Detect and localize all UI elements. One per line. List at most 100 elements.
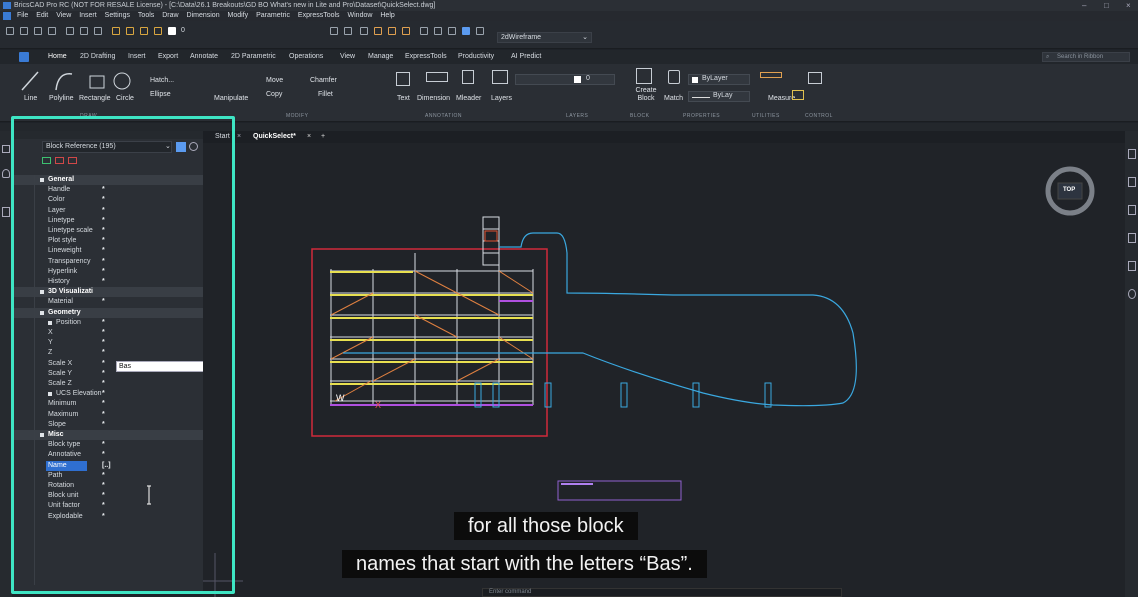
close-icon[interactable]: × [307,131,311,143]
command-line-input[interactable]: Enter command [482,588,842,597]
color-swatch [692,77,698,83]
menu-file[interactable]: File [17,11,28,21]
layer-state-icon[interactable] [112,27,120,35]
move-button[interactable]: Move [266,77,283,84]
menu-modify[interactable]: Modify [228,11,249,21]
layer-dropdown[interactable]: 0 [181,27,185,34]
snap-toggle-icon[interactable] [374,27,382,35]
copy-button[interactable]: Copy [266,91,282,98]
layers-panel-icon[interactable] [1128,149,1136,159]
tab-view[interactable]: View [340,50,355,64]
materials-icon[interactable] [1128,261,1136,271]
layer-lock-icon[interactable] [140,27,148,35]
tab-ai-predict[interactable]: AI Predict [511,50,541,64]
polar-icon[interactable] [402,27,410,35]
render-panel-icon[interactable] [1128,289,1136,299]
circle-button[interactable]: Circle [116,95,134,102]
polyline-button[interactable]: Polyline [49,95,74,102]
edit-icon[interactable] [1128,205,1136,215]
save-icon[interactable] [34,27,42,35]
ellipse-button[interactable]: Ellipse [150,91,171,98]
plot-icon[interactable] [66,27,74,35]
tab-export[interactable]: Export [158,50,178,64]
menu-dimension[interactable]: Dimension [187,11,220,21]
fillet-button[interactable]: Fillet [318,91,333,98]
viewport-icon[interactable] [476,27,484,35]
menu-edit[interactable]: Edit [36,11,48,21]
tab-productivity[interactable]: Productivity [458,50,494,64]
tab-2d-parametric[interactable]: 2D Parametric [231,50,276,64]
chamfer-button[interactable]: Chamfer [310,77,337,84]
snap-icon[interactable] [330,27,338,35]
close-button[interactable]: × [1126,0,1131,11]
menu-draw[interactable]: Draw [162,11,178,21]
undo-icon[interactable] [80,27,88,35]
quickcalc-icon[interactable] [792,90,804,100]
render-icon[interactable] [434,27,442,35]
menu-parametric[interactable]: Parametric [256,11,290,21]
layer-freeze-icon[interactable] [126,27,134,35]
layer-dropdown-ribbon[interactable]: 0 [515,74,615,85]
close-icon[interactable]: × [237,131,241,143]
settings-icon[interactable] [448,27,456,35]
blocks-icon[interactable] [1128,233,1136,243]
create-block-button[interactable]: Create Block [634,87,658,103]
app-menu-icon[interactable] [3,12,11,20]
library-icon[interactable] [1128,177,1136,187]
panel-highlight-frame [11,116,235,594]
rectangle-button[interactable]: Rectangle [79,95,111,102]
ribbon-panel: Line Polyline Rectangle Circle Hatch... … [0,64,1138,122]
visual-style-icon[interactable] [462,27,470,35]
dimension-icon [426,72,448,82]
properties-panel-icon[interactable] [2,145,10,153]
tab-insert[interactable]: Insert [128,50,146,64]
hint-icon[interactable] [2,169,10,178]
table-icon[interactable] [420,27,428,35]
structure-icon[interactable] [2,207,10,217]
application-button-icon[interactable] [19,52,29,62]
control-icon[interactable] [808,72,822,84]
maximize-button[interactable]: □ [1104,0,1109,11]
print-icon[interactable] [48,27,56,35]
layer-plot-icon[interactable] [154,27,162,35]
menu-settings[interactable]: Settings [105,11,130,21]
match-button[interactable]: Match [664,95,683,102]
layers-button[interactable]: Layers [491,95,512,102]
menu-help[interactable]: Help [380,11,394,21]
minimize-button[interactable]: – [1082,0,1086,11]
line-button[interactable]: Line [24,95,37,102]
tab-annotate[interactable]: Annotate [190,50,218,64]
color-dropdown[interactable]: ByLayer [688,74,750,85]
tab-manage[interactable]: Manage [368,50,393,64]
tab-operations[interactable]: Operations [289,50,323,64]
menu-tools[interactable]: Tools [138,11,154,21]
menu-window[interactable]: Window [348,11,373,21]
drawing-tab-quickselect[interactable]: QuickSelect* [253,131,296,143]
menu-expresstools[interactable]: ExpressTools [298,11,340,21]
layers-icon [492,70,508,84]
visual-style-dropdown[interactable]: 2dWireframe ⌄ [497,32,592,43]
ribbon-tabs: Home 2D Drafting Insert Export Annotate … [0,50,1138,66]
video-subtitles: for all those block names that start wit… [342,512,826,580]
open-icon[interactable] [20,27,28,35]
ortho-icon[interactable] [388,27,396,35]
menu-insert[interactable]: Insert [79,11,97,21]
tab-2d-drafting[interactable]: 2D Drafting [80,50,115,64]
hatch-button[interactable]: Hatch... [150,77,174,84]
linetype-dropdown[interactable]: ByLay [688,91,750,102]
viewcube-label[interactable]: TOP [1063,187,1075,193]
ribbon-search-input[interactable]: ⌕ Search in Ribbon [1042,52,1130,62]
pen-icon[interactable] [344,27,352,35]
text-button[interactable]: Text [397,95,410,102]
menu-view[interactable]: View [56,11,71,21]
mleader-button[interactable]: Mleader [456,95,481,102]
dimension-button[interactable]: Dimension [417,95,450,102]
new-icon[interactable] [6,27,14,35]
drawing-tabs: Start × QuickSelect* × + [203,131,1125,143]
manipulate-button[interactable]: Manipulate [214,95,248,102]
grid-icon[interactable] [360,27,368,35]
redo-icon[interactable] [94,27,102,35]
layer-color-swatch[interactable] [168,27,176,35]
tab-expresstools[interactable]: ExpressTools [405,50,447,64]
add-tab-icon[interactable]: + [321,131,325,143]
